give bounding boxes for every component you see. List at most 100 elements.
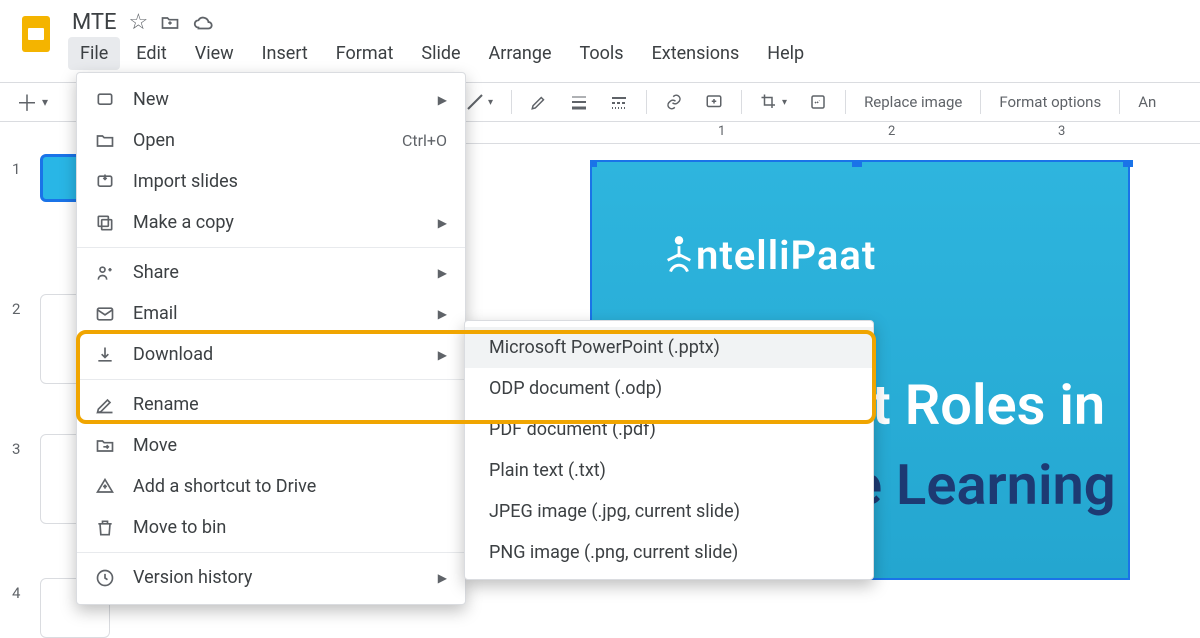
email-icon	[95, 304, 115, 324]
separator	[980, 90, 981, 114]
copy-icon	[95, 213, 115, 233]
menu-separator	[77, 552, 465, 553]
resize-handle[interactable]	[852, 160, 862, 167]
brand-text: ntelliPaat	[696, 232, 876, 279]
label: Share	[133, 262, 420, 283]
rename-icon	[95, 395, 115, 415]
submenu-item-pdf[interactable]: PDF document (.pdf)	[465, 409, 873, 450]
thumb-number: 3	[12, 440, 20, 458]
separator	[511, 90, 512, 114]
truncated-button[interactable]: An	[1130, 89, 1164, 115]
menu-item-shortcut[interactable]: Add a shortcut to Drive	[77, 466, 465, 507]
separator	[845, 90, 846, 114]
import-icon	[95, 172, 115, 192]
submenu-arrow-icon: ▶	[438, 266, 447, 280]
drive-shortcut-icon	[95, 477, 115, 497]
menu-help[interactable]: Help	[755, 37, 816, 70]
reset-image-icon[interactable]	[801, 89, 835, 115]
doc-info: MTE ☆ File Edit View Insert Format Slide…	[68, 8, 1190, 70]
menu-item-copy[interactable]: Make a copy ▶	[77, 202, 465, 243]
resize-handle[interactable]	[590, 160, 597, 167]
menu-item-open[interactable]: Open Ctrl+O	[77, 120, 465, 161]
menu-separator	[77, 379, 465, 380]
menu-item-email[interactable]: Email▶	[77, 293, 465, 334]
menu-item-download[interactable]: Download ▶	[77, 334, 465, 375]
doc-title[interactable]: MTE	[72, 10, 117, 35]
menu-tools[interactable]: Tools	[568, 37, 636, 70]
new-icon	[95, 90, 115, 110]
submenu-item-pptx[interactable]: Microsoft PowerPoint (.pptx)	[465, 327, 873, 368]
brand-logo-text: ntelliPaat	[662, 232, 876, 279]
submenu-arrow-icon: ▶	[438, 93, 447, 107]
label: Open	[133, 130, 384, 151]
trash-icon	[95, 518, 115, 538]
menu-bar: File Edit View Insert Format Slide Arran…	[68, 37, 1190, 70]
top-bar: MTE ☆ File Edit View Insert Format Slide…	[0, 0, 1200, 70]
new-slide-button[interactable]: ＋ ▾	[16, 86, 48, 118]
separator	[646, 90, 647, 114]
label: Move	[133, 435, 447, 456]
ruler-tick: 3	[1058, 124, 1065, 139]
line-weight-icon[interactable]	[562, 89, 596, 115]
label: Version history	[133, 567, 420, 588]
menu-item-rename[interactable]: Rename	[77, 384, 465, 425]
history-icon	[95, 568, 115, 588]
submenu-item-png[interactable]: PNG image (.png, current slide)	[465, 532, 873, 573]
label: Move to bin	[133, 517, 447, 538]
slide-heading-part2: e Learning	[852, 452, 1116, 518]
menu-item-share[interactable]: Share ▶	[77, 252, 465, 293]
brand-icon	[662, 234, 696, 278]
crop-icon[interactable]: ▾	[752, 89, 795, 115]
menu-item-import[interactable]: Import slides	[77, 161, 465, 202]
slides-logo	[16, 14, 56, 54]
menu-edit[interactable]: Edit	[124, 37, 178, 70]
move-folder-icon[interactable]	[160, 13, 180, 33]
menu-item-new[interactable]: New ▶	[77, 79, 465, 120]
link-icon[interactable]	[657, 89, 691, 115]
folder-icon	[95, 131, 115, 151]
label: New	[133, 89, 420, 110]
submenu-item-txt[interactable]: Plain text (.txt)	[465, 450, 873, 491]
menu-item-bin[interactable]: Move to bin	[77, 507, 465, 548]
slide-heading-part1: t Roles in	[872, 372, 1105, 438]
menu-file[interactable]: File	[68, 37, 120, 70]
shortcut: Ctrl+O	[402, 131, 447, 150]
submenu-item-jpeg[interactable]: JPEG image (.jpg, current slide)	[465, 491, 873, 532]
cloud-status-icon[interactable]	[192, 12, 214, 34]
thumb-number: 4	[12, 584, 20, 602]
menu-insert[interactable]: Insert	[250, 37, 320, 70]
replace-image-button[interactable]: Replace image	[856, 89, 970, 115]
label: Rename	[133, 394, 447, 415]
submenu-arrow-icon: ▶	[438, 571, 447, 585]
submenu-arrow-icon: ▶	[438, 216, 447, 230]
separator	[1119, 90, 1120, 114]
menu-extensions[interactable]: Extensions	[640, 37, 752, 70]
label: Make a copy	[133, 212, 420, 233]
share-icon	[95, 263, 115, 283]
comment-icon[interactable]	[697, 89, 731, 115]
format-options-button[interactable]: Format options	[991, 89, 1109, 115]
thumb-number: 1	[12, 160, 20, 178]
label: Download	[133, 344, 420, 365]
menu-item-move[interactable]: Move	[77, 425, 465, 466]
line-dash-icon[interactable]	[602, 89, 636, 115]
thumb-number: 2	[12, 300, 20, 318]
resize-handle[interactable]	[1123, 160, 1133, 167]
ruler-tick: 2	[888, 124, 895, 139]
ruler-tick: 1	[718, 124, 725, 139]
menu-arrange[interactable]: Arrange	[477, 37, 564, 70]
menu-slide[interactable]: Slide	[409, 37, 472, 70]
pen-icon[interactable]	[522, 89, 556, 115]
submenu-arrow-icon: ▶	[438, 348, 447, 362]
star-icon[interactable]: ☆	[129, 10, 149, 35]
label: Add a shortcut to Drive	[133, 476, 447, 497]
label: Import slides	[133, 171, 447, 192]
label: Email	[133, 303, 420, 324]
menu-item-version[interactable]: Version history ▶	[77, 557, 465, 598]
file-menu-dropdown: New ▶ Open Ctrl+O Import slides Make a cop…	[76, 72, 466, 605]
menu-format[interactable]: Format	[324, 37, 406, 70]
submenu-item-odp[interactable]: ODP document (.odp)	[465, 368, 873, 409]
menu-view[interactable]: View	[183, 37, 246, 70]
download-submenu: Microsoft PowerPoint (.pptx) ODP documen…	[464, 320, 874, 580]
menu-separator	[77, 247, 465, 248]
